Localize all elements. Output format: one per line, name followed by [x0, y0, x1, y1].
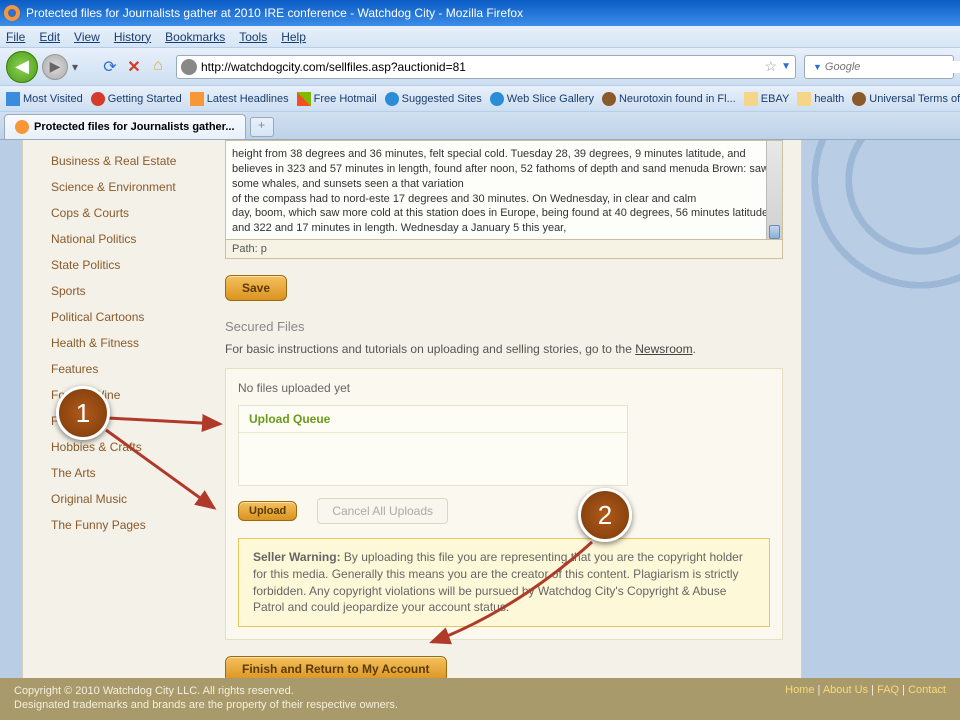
ms-icon: [297, 92, 311, 106]
page-viewport: Business & Real Estate Science & Environ…: [0, 140, 960, 720]
bm-universal-terms[interactable]: Universal Terms of: [852, 92, 960, 106]
bm-health[interactable]: health: [797, 92, 844, 106]
sidebar-item[interactable]: The Funny Pages: [51, 512, 193, 538]
secured-files-instructions: For basic instructions and tutorials on …: [225, 342, 783, 356]
annotation-callout-1: 1: [56, 386, 110, 440]
menu-history[interactable]: History: [114, 30, 151, 44]
footer-link-faq[interactable]: FAQ: [877, 684, 899, 696]
menubar: File Edit View History Bookmarks Tools H…: [0, 26, 960, 48]
sidebar-item[interactable]: Features: [51, 356, 193, 382]
tab-bar: Protected files for Journalists gather..…: [0, 112, 960, 140]
menu-bookmarks[interactable]: Bookmarks: [165, 30, 225, 44]
folder-icon: [797, 92, 811, 106]
forward-button[interactable]: ▶: [42, 54, 68, 80]
stop-button[interactable]: ✕: [124, 57, 144, 77]
annotation-callout-2: 2: [578, 488, 632, 542]
folder-icon: [744, 92, 758, 106]
upload-queue-title: Upload Queue: [239, 406, 627, 433]
bm-getting-started[interactable]: Getting Started: [91, 92, 182, 106]
bm-web-slice[interactable]: Web Slice Gallery: [490, 92, 594, 106]
search-input[interactable]: [825, 61, 960, 73]
menu-edit[interactable]: Edit: [39, 30, 60, 44]
nav-toolbar: ◀ ▶ ▾ ⟳ ✕ ⌂ ☆ ▼ ▼ 🔍: [0, 48, 960, 86]
upload-button[interactable]: Upload: [238, 501, 297, 521]
search-bar[interactable]: ▼ 🔍: [804, 55, 954, 79]
footer-link-contact[interactable]: Contact: [908, 684, 946, 696]
sidebar-item[interactable]: Sports: [51, 278, 193, 304]
reload-button[interactable]: ⟳: [100, 57, 120, 77]
sidebar-item[interactable]: Business & Real Estate: [51, 148, 193, 174]
bm-most-visited[interactable]: Most Visited: [6, 92, 83, 106]
menu-view[interactable]: View: [74, 30, 100, 44]
window-titlebar: Protected files for Journalists gather a…: [0, 0, 960, 26]
url-input[interactable]: [201, 60, 765, 74]
bookmarks-toolbar: Most Visited Getting Started Latest Head…: [0, 86, 960, 112]
sidebar-item[interactable]: Political Cartoons: [51, 304, 193, 330]
footer-link-about[interactable]: About Us: [823, 684, 868, 696]
bm-latest-headlines[interactable]: Latest Headlines: [190, 92, 289, 106]
newsroom-link[interactable]: Newsroom: [635, 342, 692, 356]
upload-queue-body: [239, 433, 627, 485]
ie-icon: [490, 92, 504, 106]
menu-tools[interactable]: Tools: [239, 30, 267, 44]
seller-warning-box: Seller Warning: By uploading this file y…: [238, 538, 770, 627]
editor-content: height from 38 degrees and 36 minutes, f…: [232, 148, 774, 234]
bm-neurotoxin[interactable]: Neurotoxin found in Fl...: [602, 92, 736, 106]
upload-queue-box: Upload Queue: [238, 405, 628, 486]
secured-files-heading: Secured Files: [225, 319, 783, 334]
footer-link-home[interactable]: Home: [785, 684, 814, 696]
save-button[interactable]: Save: [225, 275, 287, 301]
editor-path: Path: p: [225, 240, 783, 259]
menu-file[interactable]: File: [6, 30, 25, 44]
search-engine-dropdown-icon[interactable]: ▼: [813, 62, 822, 72]
footer-copyright: Copyright © 2010 Watchdog City LLC. All …: [14, 684, 398, 698]
back-button[interactable]: ◀: [6, 51, 38, 83]
no-files-text: No files uploaded yet: [238, 381, 770, 395]
bookmark-icon: [91, 92, 105, 106]
footer-trademark: Designated trademarks and brands are the…: [14, 698, 398, 712]
warning-label: Seller Warning:: [253, 550, 341, 564]
ie-icon: [385, 92, 399, 106]
folder-icon: [6, 92, 20, 106]
rich-text-editor[interactable]: height from 38 degrees and 36 minutes, f…: [225, 140, 783, 240]
main-panel: height from 38 degrees and 36 minutes, f…: [217, 140, 791, 690]
scrollbar-thumb[interactable]: [769, 225, 780, 239]
site-favicon-icon: [181, 59, 197, 75]
tab-favicon-icon: [15, 120, 29, 134]
bookmark-icon: [602, 92, 616, 106]
tab-active[interactable]: Protected files for Journalists gather..…: [4, 114, 246, 139]
sidebar-categories: Business & Real Estate Science & Environ…: [23, 140, 193, 546]
rss-icon: [190, 92, 204, 106]
sidebar-item[interactable]: Cops & Courts: [51, 200, 193, 226]
bm-free-hotmail[interactable]: Free Hotmail: [297, 92, 377, 106]
sidebar-item[interactable]: Science & Environment: [51, 174, 193, 200]
history-dropdown-icon[interactable]: ▾: [72, 60, 86, 74]
bm-suggested-sites[interactable]: Suggested Sites: [385, 92, 482, 106]
sidebar-item[interactable]: National Politics: [51, 226, 193, 252]
sidebar-item[interactable]: The Arts: [51, 460, 193, 486]
sidebar-item[interactable]: Original Music: [51, 486, 193, 512]
tab-title: Protected files for Journalists gather..…: [34, 121, 235, 133]
bookmark-icon: [852, 92, 866, 106]
page-footer: Copyright © 2010 Watchdog City LLC. All …: [0, 678, 960, 720]
menu-help[interactable]: Help: [281, 30, 306, 44]
url-bar[interactable]: ☆ ▼: [176, 55, 796, 79]
editor-scrollbar[interactable]: [766, 141, 782, 239]
window-title: Protected files for Journalists gather a…: [26, 6, 523, 20]
sidebar-item[interactable]: Health & Fitness: [51, 330, 193, 356]
content-column: Business & Real Estate Science & Environ…: [22, 140, 802, 680]
new-tab-button[interactable]: +: [250, 117, 274, 137]
home-button[interactable]: ⌂: [148, 57, 168, 77]
bm-ebay[interactable]: EBAY: [744, 92, 790, 106]
firefox-icon: [4, 5, 20, 21]
files-box: No files uploaded yet Upload Queue Uploa…: [225, 368, 783, 640]
sidebar-item[interactable]: State Politics: [51, 252, 193, 278]
bookmark-star-icon[interactable]: ☆: [765, 58, 778, 75]
url-dropdown-icon[interactable]: ▼: [781, 61, 791, 72]
cancel-all-uploads-button[interactable]: Cancel All Uploads: [317, 498, 448, 524]
